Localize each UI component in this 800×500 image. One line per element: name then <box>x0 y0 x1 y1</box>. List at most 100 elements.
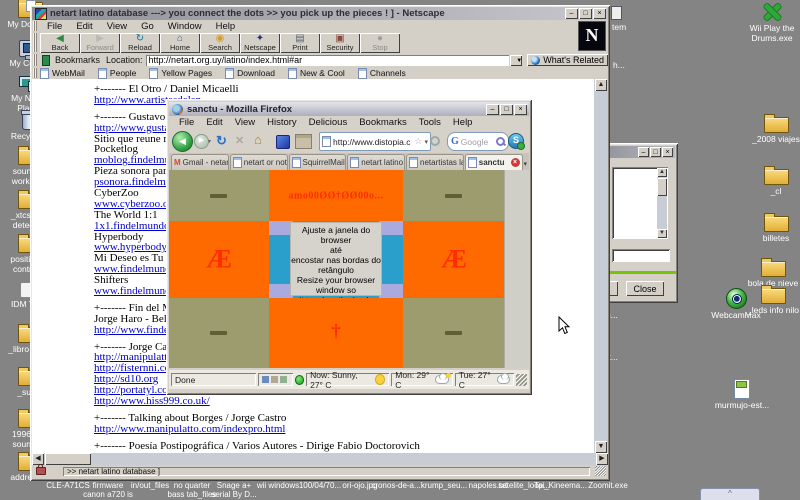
netscape-minimize-button[interactable]: – <box>565 8 578 19</box>
personal-toolbar-channels[interactable]: Channels <box>358 68 406 79</box>
search-button[interactable]: ◉Search <box>200 33 240 53</box>
menu-view[interactable]: View <box>229 117 261 128</box>
scroll-right-icon[interactable]: ▶ <box>596 453 608 465</box>
tab-netart-latino-d[interactable]: netart latino d.. <box>347 154 405 170</box>
url-dropdown-icon[interactable]: ▾ <box>424 138 428 146</box>
search-placeholder[interactable]: Google <box>461 137 494 147</box>
hidden-file-icon[interactable] <box>611 6 622 20</box>
firefox-close-button[interactable]: × <box>514 104 527 115</box>
menu-history[interactable]: History <box>261 117 303 128</box>
weather-mon[interactable]: Mon: 29° C <box>391 373 452 386</box>
firefox-maximize-button[interactable]: □ <box>500 104 513 115</box>
firefox-title-bar[interactable]: sanctu - Mozilla Firefox – □ × <box>169 102 529 116</box>
tab-sanctu[interactable]: sanctu× <box>465 154 523 170</box>
dialog-listbox[interactable]: ▲ ▼ <box>612 167 668 239</box>
location-dropdown-icon[interactable]: ▼ <box>510 55 522 66</box>
netscape-button[interactable]: ✦Netscape <box>240 33 280 53</box>
desktop-icon-2008-viajes[interactable]: _2008 viajes <box>746 117 800 145</box>
firefox-minimize-button[interactable]: – <box>486 104 499 115</box>
desktop-icon-leds-info-nilo[interactable]: _leds info nilo <box>740 288 800 316</box>
scroll-down-icon[interactable]: ▼ <box>657 229 667 238</box>
resize-grip[interactable] <box>516 374 527 386</box>
extension-s-globe-icon[interactable]: S <box>508 133 524 149</box>
desktop-icon-wii-play-the-drums-exe[interactable]: Wii Play the Drums.exe <box>744 2 800 43</box>
horizontal-scrollbar[interactable]: ◀ ▶ <box>32 453 608 465</box>
dialog-minimize-button[interactable]: – <box>638 147 649 157</box>
hidden-window-peek[interactable]: ^ <box>700 488 760 500</box>
print-button[interactable]: ▤Print <box>280 33 320 53</box>
menu-delicious[interactable]: Delicious <box>303 117 354 128</box>
tab-netart-or-nota[interactable]: netart or nota.. <box>230 154 288 170</box>
weather-now[interactable]: Now: Sunny, 27° C <box>306 373 389 386</box>
toolbar-grip[interactable] <box>33 54 37 66</box>
back-button[interactable]: ◀ <box>172 131 193 152</box>
menu-help[interactable]: Help <box>447 117 479 128</box>
menu-help[interactable]: Help <box>209 21 243 32</box>
forward-button[interactable]: ▶ <box>194 134 209 149</box>
tab-netartistas-lati[interactable]: netartistas lati.. <box>406 154 464 170</box>
window-icon[interactable] <box>271 376 278 383</box>
menu-edit[interactable]: Edit <box>200 117 228 128</box>
menu-tools[interactable]: Tools <box>413 117 447 128</box>
whats-related-button[interactable]: What's Related <box>527 54 608 66</box>
menu-file[interactable]: File <box>173 117 200 128</box>
scrollbar-thumb[interactable] <box>657 178 667 196</box>
tag-archive-icon[interactable] <box>295 134 312 149</box>
dialog-maximize-button[interactable]: □ <box>650 147 661 157</box>
personal-toolbar-webmail[interactable]: WebMail <box>40 68 85 79</box>
status-extension-icons[interactable] <box>258 373 293 386</box>
toolbar-grip[interactable] <box>33 21 37 31</box>
location-input[interactable]: http://netart.org.uy/latino/index.html#a… <box>146 55 510 66</box>
link-icon[interactable] <box>430 136 440 146</box>
netscape-title-bar[interactable]: netart latino database ---> you connect … <box>32 7 608 20</box>
scroll-down-icon[interactable]: ▼ <box>595 441 607 453</box>
back-button[interactable]: ◀Back <box>40 33 80 53</box>
scrollbar-thumb[interactable] <box>45 453 91 465</box>
personal-toolbar-people[interactable]: People <box>98 68 136 79</box>
personal-toolbar-download[interactable]: Download <box>225 68 275 79</box>
menu-window[interactable]: Window <box>161 21 209 32</box>
bookmark-star-icon[interactable]: ☆ <box>414 136 422 147</box>
scroll-left-icon[interactable]: ◀ <box>32 453 44 465</box>
page-link[interactable]: http://www.hiss999.co.uk/ <box>94 396 590 407</box>
search-box[interactable]: G Google <box>447 132 509 151</box>
scrollbar-thumb[interactable] <box>595 93 607 149</box>
netscape-n-logo[interactable]: N <box>578 21 606 51</box>
forward-dropdown-icon[interactable]: ▾ <box>208 138 211 145</box>
personal-toolbar-new-cool[interactable]: New & Cool <box>288 68 345 79</box>
security-lock-icon[interactable] <box>36 467 46 475</box>
menu-file[interactable]: File <box>40 21 69 32</box>
tab-close-icon[interactable]: × <box>511 158 520 167</box>
bookmarks-button[interactable]: Bookmarks <box>55 55 100 65</box>
personal-toolbar-yellow-pages[interactable]: Yellow Pages <box>149 68 212 79</box>
scroll-up-icon[interactable]: ▲ <box>595 79 607 91</box>
weather-tue[interactable]: Tue: 27° C <box>455 373 515 386</box>
scroll-up-icon[interactable]: ▲ <box>657 168 667 177</box>
netscape-maximize-button[interactable]: □ <box>579 8 592 19</box>
reload-button[interactable]: ↻Reload <box>120 33 160 53</box>
dialog-close-button[interactable]: Close <box>626 281 664 296</box>
home-icon[interactable]: ⌂ <box>254 132 262 147</box>
page-scrollbar[interactable] <box>504 170 529 368</box>
tab-gmail-netart[interactable]: MGmail - netart.. <box>171 154 229 170</box>
security-button[interactable]: ▣Security <box>320 33 360 53</box>
desktop-icon-murmujo-est[interactable]: murmujo-est... <box>712 379 772 411</box>
image-icon[interactable] <box>262 376 269 383</box>
firefox-window[interactable]: sanctu - Mozilla Firefox – □ × FileEditV… <box>166 99 532 395</box>
menu-go[interactable]: Go <box>134 21 161 32</box>
tab-list-dropdown-icon[interactable]: ▾ <box>524 160 528 168</box>
page-link[interactable]: http://www.manipulatto.com/indexpro.html <box>94 424 590 435</box>
vertical-scrollbar[interactable]: ▲ ▼ <box>594 79 608 453</box>
url-text[interactable]: http://www.distopia.c <box>333 137 412 147</box>
tab-squirrelmail-1[interactable]: SquirrelMail 1.. <box>289 154 347 170</box>
menu-bookmarks[interactable]: Bookmarks <box>353 117 413 128</box>
magnifier-icon[interactable] <box>496 137 505 146</box>
menu-edit[interactable]: Edit <box>69 21 99 32</box>
reload-icon[interactable]: ↻ <box>216 133 227 149</box>
extension-icon[interactable] <box>276 135 290 149</box>
netscape-close-button[interactable]: × <box>593 8 606 19</box>
dialog-close-icon[interactable]: × <box>662 147 673 157</box>
home-button[interactable]: ⌂Home <box>160 33 200 53</box>
menu-view[interactable]: View <box>100 21 134 32</box>
desktop-icon-label-zoomit-exe[interactable]: Zoomit.exe <box>582 481 634 490</box>
